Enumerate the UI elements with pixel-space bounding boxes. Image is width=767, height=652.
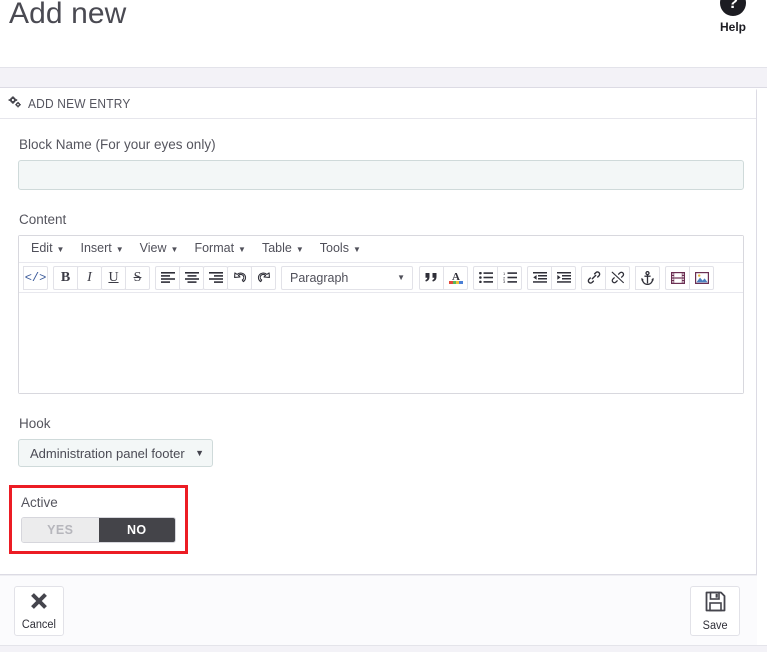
panel-body: Block Name (For your eyes only) Content … — [0, 119, 756, 554]
menu-table[interactable]: Table ▼ — [254, 238, 312, 260]
panel-title: ADD NEW ENTRY — [28, 96, 131, 111]
svg-text:3: 3 — [503, 279, 506, 283]
anchor-icon[interactable] — [635, 266, 660, 290]
secondary-toolbar-band — [0, 68, 767, 88]
bottom-strip — [0, 645, 767, 652]
toolbar-group-indent — [527, 266, 576, 290]
active-toggle-no[interactable]: NO — [99, 518, 176, 542]
redo-icon[interactable] — [251, 266, 276, 290]
active-toggle-yes[interactable]: YES — [22, 518, 99, 542]
menu-insert[interactable]: Insert ▼ — [72, 238, 131, 260]
align-left-icon[interactable] — [155, 266, 180, 290]
unlink-icon[interactable] — [605, 266, 630, 290]
page-title: Add new — [9, 0, 126, 34]
link-icon[interactable] — [581, 266, 606, 290]
hook-selected-value: Administration panel footer — [30, 446, 185, 461]
chevron-down-icon: ▼ — [296, 245, 304, 254]
floppy-disk-icon — [705, 591, 726, 616]
format-select[interactable]: Paragraph ▼ — [281, 266, 413, 290]
menu-format[interactable]: Format ▼ — [186, 238, 254, 260]
chevron-down-icon: ▼ — [353, 245, 361, 254]
outdent-icon[interactable] — [527, 266, 552, 290]
align-right-icon[interactable] — [203, 266, 228, 290]
toolbar-group-media — [665, 266, 714, 290]
menu-view-label: View — [140, 241, 167, 255]
editor-content-area[interactable] — [19, 293, 743, 393]
menu-format-label: Format — [194, 241, 234, 255]
help-button[interactable]: ? Help — [709, 0, 757, 34]
active-field-highlight: Active YES NO — [9, 485, 188, 554]
toolbar-group-inline: B I U S — [53, 266, 150, 290]
hook-field-group: Hook Administration panel footer ▼ — [18, 416, 734, 467]
editor-menubar: Edit ▼ Insert ▼ View ▼ Format ▼ Table ▼ — [19, 236, 743, 263]
align-center-icon[interactable] — [179, 266, 204, 290]
toolbar-group-anchor — [635, 266, 660, 290]
hook-select[interactable]: Administration panel footer ▼ — [18, 439, 213, 467]
source-code-icon[interactable]: </> — [23, 266, 48, 290]
toolbar-group-quote-color: A — [419, 266, 468, 290]
bold-icon[interactable]: B — [53, 266, 78, 290]
active-toggle[interactable]: YES NO — [21, 517, 176, 543]
menu-tools[interactable]: Tools ▼ — [312, 238, 369, 260]
menu-edit[interactable]: Edit ▼ — [23, 238, 72, 260]
toolbar-group-link — [581, 266, 630, 290]
blockquote-icon[interactable] — [419, 266, 444, 290]
help-label: Help — [709, 20, 757, 34]
content-label: Content — [19, 212, 734, 228]
italic-icon[interactable]: I — [77, 266, 102, 290]
page-header: Add new ? Help — [0, 0, 767, 68]
underline-icon[interactable]: U — [101, 266, 126, 290]
add-new-entry-panel: ADD NEW ENTRY Block Name (For your eyes … — [0, 88, 757, 575]
menu-view[interactable]: View ▼ — [132, 238, 187, 260]
indent-icon[interactable] — [551, 266, 576, 290]
bullet-list-icon[interactable] — [473, 266, 498, 290]
chevron-down-icon: ▼ — [57, 245, 65, 254]
question-mark-circle-icon: ? — [720, 0, 746, 16]
block-name-label: Block Name (For your eyes only) — [19, 137, 734, 153]
undo-icon[interactable] — [227, 266, 252, 290]
menu-insert-label: Insert — [80, 241, 111, 255]
editor-toolbar: </> B I U S — [19, 263, 743, 293]
numbered-list-icon[interactable]: 123 — [497, 266, 522, 290]
menu-edit-label: Edit — [31, 241, 53, 255]
text-color-icon[interactable]: A — [443, 266, 468, 290]
format-select-value: Paragraph — [290, 271, 348, 285]
panel-header: ADD NEW ENTRY — [0, 88, 756, 119]
toolbar-group-source: </> — [23, 266, 48, 290]
toolbar-group-align — [155, 266, 276, 290]
close-x-icon — [29, 591, 49, 615]
chevron-down-icon: ▼ — [171, 245, 179, 254]
save-button[interactable]: Save — [690, 586, 740, 636]
block-name-input[interactable] — [18, 160, 744, 190]
chevron-down-icon: ▼ — [397, 273, 405, 282]
content-field-group: Content Edit ▼ Insert ▼ View ▼ Format ▼ — [18, 212, 734, 394]
toolbar-group-lists: 123 — [473, 266, 522, 290]
form-footer: Cancel Save — [0, 575, 757, 645]
image-icon[interactable] — [689, 266, 714, 290]
menu-tools-label: Tools — [320, 241, 349, 255]
menu-table-label: Table — [262, 241, 292, 255]
cogs-icon — [8, 96, 23, 111]
chevron-down-icon: ▼ — [195, 448, 204, 458]
active-label: Active — [21, 495, 176, 511]
rich-text-editor: Edit ▼ Insert ▼ View ▼ Format ▼ Table ▼ — [18, 235, 744, 394]
media-icon[interactable] — [665, 266, 690, 290]
cancel-button-label: Cancel — [22, 619, 56, 631]
block-name-field-group: Block Name (For your eyes only) — [18, 137, 734, 190]
chevron-down-icon: ▼ — [116, 245, 124, 254]
cancel-button[interactable]: Cancel — [14, 586, 64, 636]
save-button-label: Save — [703, 620, 728, 632]
strikethrough-icon[interactable]: S — [125, 266, 150, 290]
hook-label: Hook — [19, 416, 734, 432]
chevron-down-icon: ▼ — [238, 245, 246, 254]
